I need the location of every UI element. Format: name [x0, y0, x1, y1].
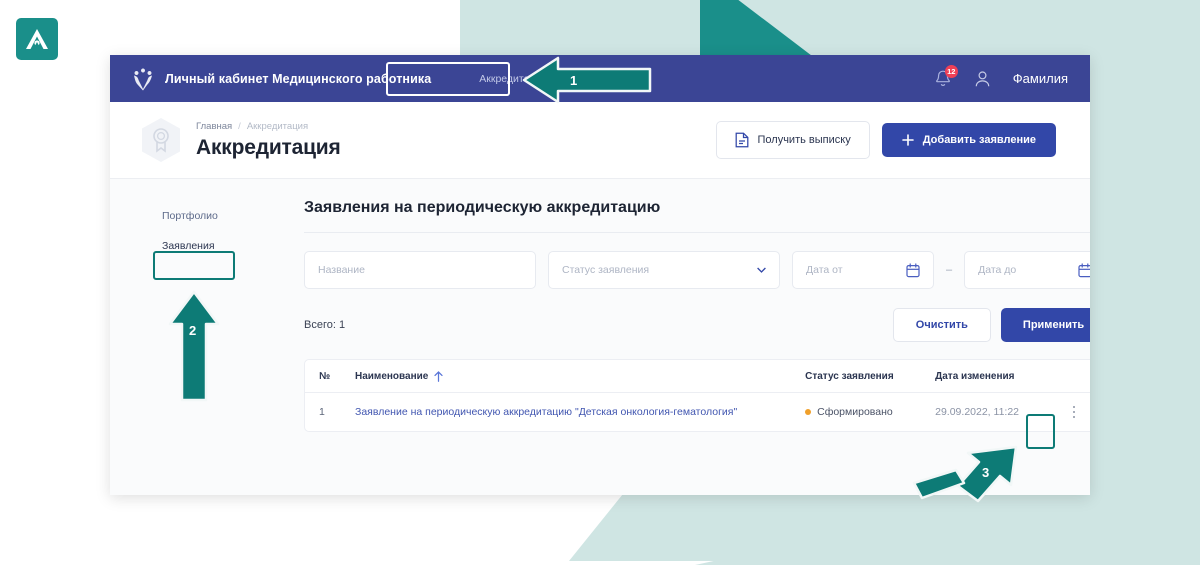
annotation-number-1: 1	[570, 73, 578, 88]
application-window: Личный кабинет Медицинского работника Ак…	[110, 55, 1090, 495]
calendar-icon	[1078, 262, 1090, 277]
row-date-cell: 29.09.2022, 11:22	[935, 406, 1057, 418]
row-name-cell: Заявление на периодическую аккредитацию …	[355, 406, 805, 418]
column-header-date: Дата изменения	[935, 370, 1015, 382]
status-filter-select[interactable]: Статус заявления	[548, 251, 780, 289]
document-icon	[735, 132, 748, 148]
row-status-label: Сформировано	[817, 406, 893, 418]
arrow-up-right-icon	[912, 445, 1018, 503]
date-to-placeholder: Дата до	[978, 264, 1017, 276]
page-title: Аккредитация	[196, 135, 341, 159]
medal-award-hex-icon	[142, 118, 180, 162]
status-indicator-dot	[805, 409, 812, 415]
sidebar-item-portfolio[interactable]: Портфолио	[162, 203, 278, 229]
user-name-label[interactable]: Фамилия	[1013, 71, 1068, 86]
row-application-link[interactable]: Заявление на периодическую аккредитацию …	[355, 406, 737, 418]
app-title: Личный кабинет Медицинского работника	[165, 71, 432, 86]
page-header: Главная / Аккредитация Аккредитация Полу…	[110, 102, 1090, 179]
add-application-label: Добавить заявление	[922, 134, 1036, 146]
date-range-separator: –	[946, 264, 953, 276]
date-from-placeholder: Дата от	[806, 264, 843, 276]
russian-coat-of-arms-icon	[134, 68, 152, 90]
apply-filters-button[interactable]: Применить	[1000, 308, 1090, 342]
breadcrumb: Главная / Аккредитация	[196, 121, 341, 132]
table-body: 1 Заявление на периодическую аккредитаци…	[305, 393, 1090, 431]
arrow-up-icon	[168, 290, 220, 402]
table-row[interactable]: 1 Заявление на периодическую аккредитаци…	[305, 393, 1090, 431]
filter-actions: Очистить Применить	[892, 308, 1090, 342]
column-header-number: №	[319, 370, 331, 382]
breadcrumb-separator: /	[238, 120, 241, 132]
annotation-number-3: 3	[982, 465, 990, 480]
name-filter-input[interactable]: Название	[304, 251, 536, 289]
chevron-down-icon	[757, 267, 766, 273]
notification-badge: 12	[944, 65, 958, 78]
table-header-row: № Наименование Статус заявления Дата изм…	[305, 360, 1090, 393]
page-header-texts: Главная / Аккредитация Аккредитация	[196, 121, 341, 160]
user-avatar-icon[interactable]	[974, 70, 991, 88]
breadcrumb-current: Аккредитация	[246, 120, 309, 132]
topbar-left-group: Личный кабинет Медицинского работника Ак…	[132, 66, 562, 92]
calendar-icon	[906, 262, 920, 277]
column-header-name-label: Наименование	[355, 370, 429, 382]
topbar-right-group: 12 Фамилия	[934, 65, 1068, 88]
plus-icon	[901, 134, 914, 146]
annotation-arrow-1: 1	[522, 56, 652, 104]
date-from-input[interactable]: Дата от	[792, 251, 934, 289]
arrow-left-icon	[522, 56, 652, 104]
breadcrumb-home[interactable]: Главная	[196, 121, 232, 132]
clear-filters-button[interactable]: Очистить	[892, 308, 991, 342]
sort-arrow-up-icon	[434, 370, 443, 382]
get-extract-label: Получить выписку	[757, 134, 851, 146]
notification-bell-button[interactable]: 12	[934, 65, 958, 88]
applications-table: № Наименование Статус заявления Дата изм…	[304, 359, 1090, 432]
add-application-button[interactable]: Добавить заявление	[881, 123, 1056, 157]
annotation-arrow-3: 3	[910, 443, 1022, 505]
filter-row: Название Статус заявления Дата от – Дата…	[304, 251, 1090, 289]
date-to-input[interactable]: Дата до	[964, 251, 1090, 289]
annotation-number-2: 2	[189, 323, 197, 338]
sidebar-item-applications[interactable]: Заявления	[162, 233, 278, 259]
status-filter-placeholder: Статус заявления	[562, 264, 650, 276]
kebab-menu-icon[interactable]	[1072, 405, 1076, 419]
triangle-a-logo-icon	[26, 29, 48, 49]
total-count-label: Всего: 1	[304, 319, 346, 331]
name-filter-placeholder: Название	[318, 264, 365, 276]
column-header-name[interactable]: Наименование	[355, 371, 805, 382]
page-header-actions: Получить выписку Добавить заявление	[715, 121, 1056, 159]
annotation-arrow-2: 2	[168, 290, 220, 402]
brand-logo	[16, 18, 58, 60]
row-date-label: 29.09.2022, 11:22	[935, 406, 1020, 418]
row-number: 1	[319, 406, 325, 418]
row-status-cell: Сформировано	[805, 406, 935, 418]
totals-row: Всего: 1 Очистить Применить	[304, 308, 1090, 342]
column-header-status: Статус заявления	[805, 370, 894, 382]
section-title: Заявления на периодическую аккредитацию	[304, 199, 1090, 233]
get-extract-button[interactable]: Получить выписку	[715, 121, 870, 159]
row-menu-cell	[1057, 405, 1090, 419]
